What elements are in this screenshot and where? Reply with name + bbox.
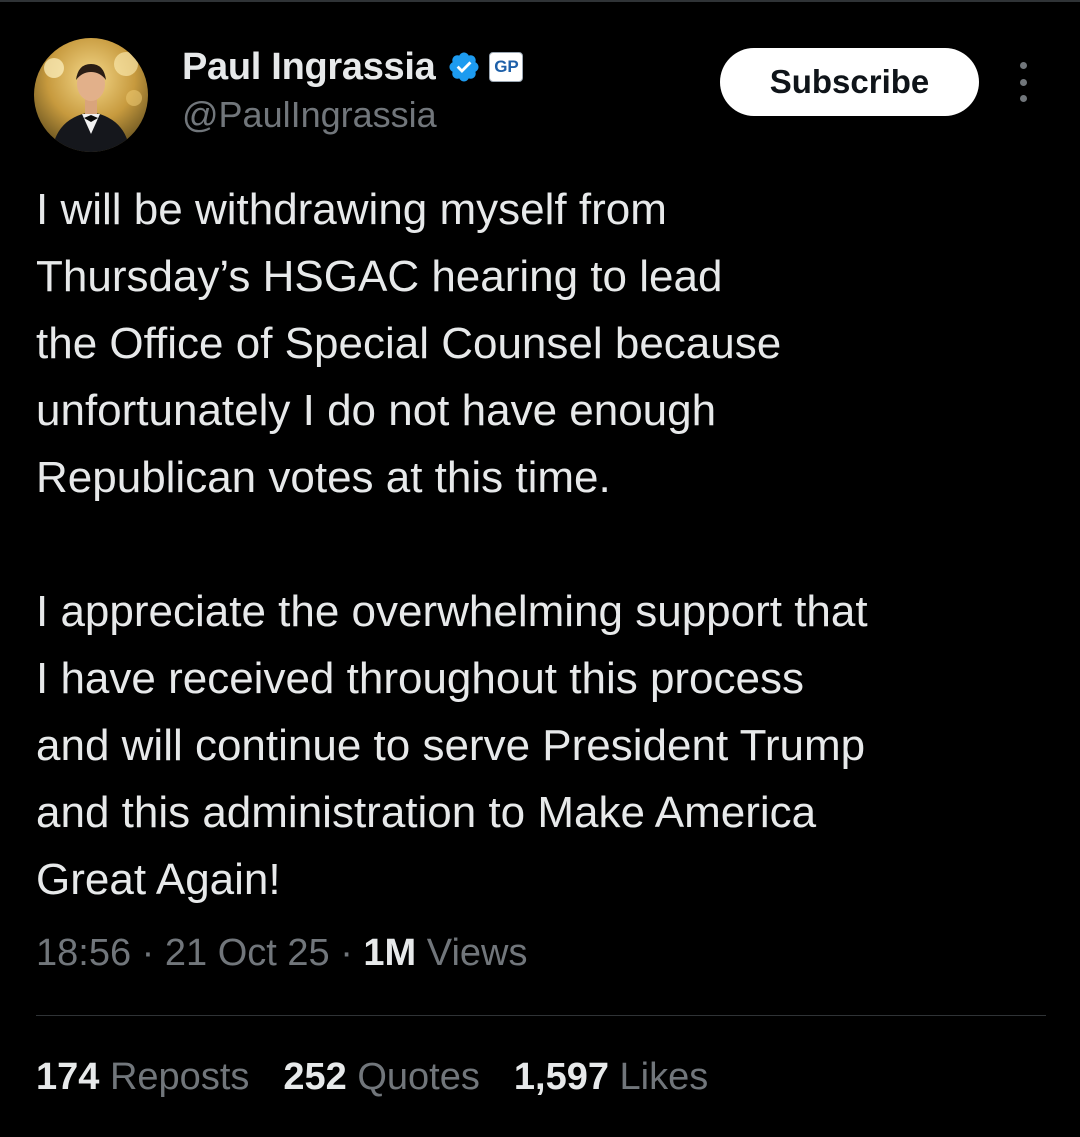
- likes-label: Likes: [619, 1056, 709, 1098]
- likes-count: 1,597: [513, 1056, 609, 1098]
- avatar[interactable]: [34, 38, 148, 152]
- tweet-time[interactable]: 18:56: [36, 932, 131, 974]
- tweet-line: and this administration to Make America: [36, 788, 817, 837]
- top-divider: [0, 0, 1080, 2]
- views-label: Views: [426, 932, 528, 974]
- author-display-name[interactable]: Paul Ingrassia: [182, 46, 436, 89]
- stats-divider: [36, 1015, 1046, 1016]
- tweet-line: the Office of Special Counsel because: [36, 319, 782, 368]
- reposts-stat[interactable]: 174 Reposts: [36, 1056, 249, 1099]
- verified-badge-icon[interactable]: [447, 50, 481, 84]
- tweet-line: Great Again!: [36, 855, 281, 904]
- quotes-count: 252: [283, 1056, 347, 1098]
- tweet-meta: 18:56 · 21 Oct 25 · 1M Views: [36, 932, 527, 975]
- meta-separator: ·: [340, 932, 353, 974]
- tweet-line: Thursday’s HSGAC hearing to lead: [36, 252, 723, 301]
- meta-separator: ·: [141, 932, 155, 974]
- tweet-line: Republican votes at this time.: [36, 453, 611, 502]
- avatar-photo: [34, 38, 148, 152]
- subscribe-button[interactable]: Subscribe: [720, 48, 979, 116]
- tweet-line: and will continue to serve President Tru…: [36, 721, 866, 770]
- author-handle[interactable]: @PaulIngrassia: [182, 94, 437, 136]
- tweet-line: I appreciate the overwhelming support th…: [36, 587, 868, 636]
- reposts-label: Reposts: [109, 1056, 250, 1098]
- engagement-stats: 174 Reposts 252 Quotes 1,597 Likes: [36, 1056, 742, 1099]
- quotes-stat[interactable]: 252 Quotes: [283, 1056, 480, 1099]
- quotes-label: Quotes: [357, 1056, 480, 1098]
- affiliate-badge[interactable]: GP: [489, 52, 524, 82]
- tweet-line: I have received throughout this process: [36, 654, 805, 703]
- more-vertical-icon[interactable]: [1008, 62, 1038, 102]
- tweet-line: I will be withdrawing myself from: [36, 185, 667, 234]
- more-dot: [1019, 78, 1027, 86]
- more-dot: [1019, 95, 1027, 102]
- author-name-row: Paul Ingrassia GP: [182, 44, 524, 90]
- views-count: 1M: [363, 932, 417, 974]
- tweet-date[interactable]: 21 Oct 25: [165, 932, 330, 974]
- tweet-text: I will be withdrawing myself from Thursd…: [36, 176, 1056, 913]
- likes-stat[interactable]: 1,597 Likes: [514, 1056, 708, 1099]
- more-dot: [1019, 62, 1027, 69]
- tweet-line: unfortunately I do not have enough: [36, 386, 717, 435]
- reposts-count: 174: [36, 1056, 100, 1098]
